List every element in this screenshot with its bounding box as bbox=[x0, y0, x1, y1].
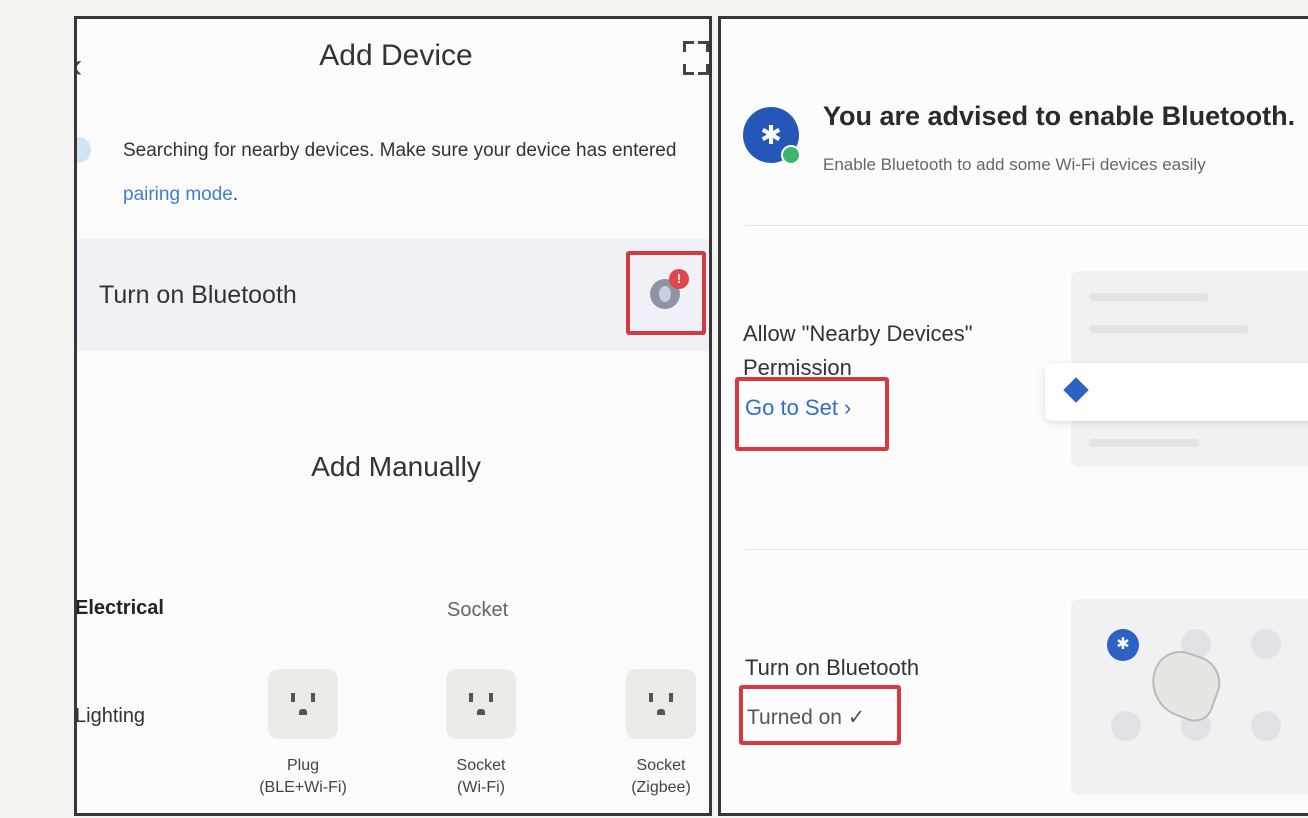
divider bbox=[745, 549, 1308, 550]
socket-icon bbox=[626, 669, 696, 739]
turn-on-bluetooth-label: Turn on Bluetooth bbox=[99, 281, 297, 309]
permission-illustration bbox=[1045, 271, 1308, 467]
subcategory-socket: Socket bbox=[447, 599, 509, 621]
divider bbox=[745, 225, 1308, 226]
device-protocol: (Wi-Fi) bbox=[457, 779, 505, 796]
device-protocol: (BLE+Wi-Fi) bbox=[259, 779, 347, 796]
device-protocol: (Zigbee) bbox=[631, 779, 691, 796]
search-hint-suffix: . bbox=[232, 184, 239, 205]
add-device-screen: ‹ Add Device Searching for nearby device… bbox=[74, 16, 712, 816]
device-socket-zigbee[interactable]: Socket (Zigbee) bbox=[611, 669, 709, 799]
check-badge-icon bbox=[781, 145, 801, 165]
plug-icon bbox=[268, 669, 338, 739]
bluetooth-status: Turned on ✓ bbox=[747, 706, 866, 729]
bluetooth-illustration: ✱ bbox=[1071, 599, 1308, 795]
nearby-devices-icon bbox=[1063, 377, 1089, 403]
bluetooth-toggle-icon: ✱ bbox=[1107, 629, 1139, 661]
device-plug-ble-wifi[interactable]: Plug (BLE+Wi-Fi) bbox=[253, 669, 353, 799]
device-name: Socket bbox=[456, 757, 506, 774]
socket-icon bbox=[446, 669, 516, 739]
searching-icon bbox=[77, 137, 91, 163]
turn-on-bluetooth-row[interactable]: Turn on Bluetooth ! bbox=[77, 239, 709, 351]
bluetooth-icon: ✱ bbox=[743, 107, 801, 165]
pairing-mode-link[interactable]: pairing mode bbox=[123, 184, 233, 205]
search-hint: Searching for nearby devices. Make sure … bbox=[123, 129, 703, 217]
advice-title: You are advised to enable Bluetooth. bbox=[823, 101, 1296, 131]
scan-icon[interactable] bbox=[683, 41, 709, 75]
device-socket-wifi[interactable]: Socket (Wi-Fi) bbox=[431, 669, 531, 799]
search-hint-text: Searching for nearby devices. Make sure … bbox=[123, 140, 677, 161]
nearby-permission-label: Allow "Nearby Devices" Permission bbox=[743, 321, 973, 380]
go-to-set-link[interactable]: Go to Set › bbox=[745, 395, 851, 421]
add-manually-title: Add Manually bbox=[311, 451, 481, 482]
warning-badge: ! bbox=[669, 269, 689, 289]
device-name: Plug bbox=[286, 757, 320, 774]
category-electrical[interactable]: Electrical bbox=[77, 597, 164, 620]
enable-bluetooth-screen: ✱ You are advised to enable Bluetooth. E… bbox=[718, 16, 1308, 816]
page-title: Add Device bbox=[319, 39, 473, 72]
hand-pointer-icon bbox=[1142, 643, 1228, 727]
permission-popup bbox=[1045, 363, 1308, 421]
device-name: Socket bbox=[636, 757, 686, 774]
advice-subtitle: Enable Bluetooth to add some Wi-Fi devic… bbox=[823, 155, 1206, 174]
turn-on-bluetooth-label: Turn on Bluetooth bbox=[745, 655, 920, 680]
bluetooth-status-highlight[interactable]: ! bbox=[626, 251, 706, 335]
category-lighting[interactable]: Lighting bbox=[77, 705, 145, 728]
